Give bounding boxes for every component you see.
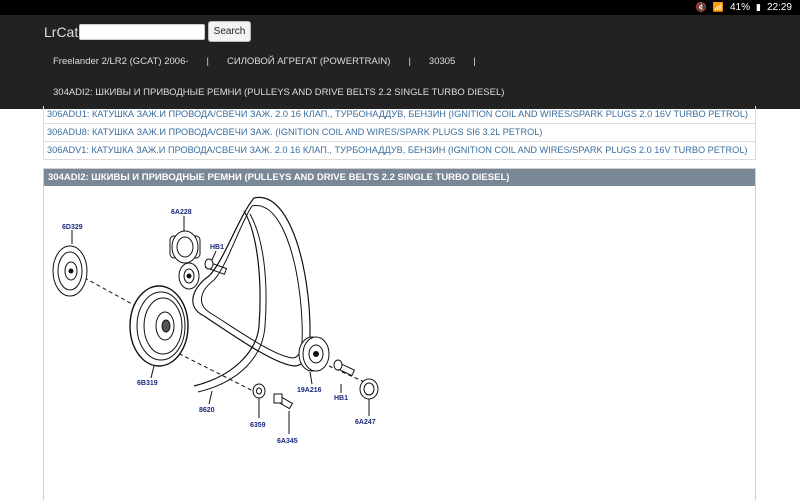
wifi-icon: 📶 <box>712 2 724 12</box>
part-6A345-bolt[interactable] <box>273 393 294 410</box>
part-6359-washer[interactable] <box>252 383 266 399</box>
part-6A228-tensioner[interactable] <box>169 230 201 290</box>
breadcrumb-separator: | <box>408 56 411 67</box>
parts-diagram: 6D329 6A228 HB1 6B319 8620 19A216 HB1 63… <box>52 196 379 445</box>
mute-icon: 🔇 <box>695 2 707 12</box>
label-6B319[interactable]: 6B319 <box>137 380 158 387</box>
navbar: LrCat Search Freelander 2/LR2 (GCAT) 200… <box>0 15 800 109</box>
panel-title: 304ADI2: ШКИВЫ И ПРИВОДНЫЕ РЕМНИ (PULLEY… <box>44 169 755 186</box>
list-item[interactable]: 306ADU1: КАТУШКА ЗАЖ.И ПРОВОДА/СВЕЧИ ЗАЖ… <box>43 106 756 124</box>
breadcrumb-powertrain[interactable]: СИЛОВОЙ АГРЕГАТ (POWERTRAIN) <box>227 56 390 67</box>
search-input[interactable] <box>79 24 205 40</box>
list-item[interactable]: 306ADV1: КАТУШКА ЗАЖ.И ПРОВОДА/СВЕЧИ ЗАЖ… <box>43 142 756 160</box>
part-8620-drive-belt[interactable] <box>192 196 311 393</box>
breadcrumb-model[interactable]: Freelander 2/LR2 (GCAT) 2006- <box>53 56 189 67</box>
label-6A247[interactable]: 6A247 <box>355 419 376 426</box>
label-8620[interactable]: 8620 <box>199 407 215 414</box>
brand-link[interactable]: LrCat <box>44 24 78 40</box>
battery-level: 41% <box>730 2 751 13</box>
part-19A216-idler-pulley[interactable] <box>298 336 330 372</box>
page-title[interactable]: 304ADI2: ШКИВЫ И ПРИВОДНЫЕ РЕМНИ (PULLEY… <box>53 87 504 98</box>
part-6D329-damper[interactable] <box>52 245 88 297</box>
label-6A345[interactable]: 6A345 <box>277 438 298 445</box>
breadcrumb-separator: | <box>473 56 476 67</box>
breadcrumb: Freelander 2/LR2 (GCAT) 2006- | СИЛОВОЙ … <box>53 56 494 67</box>
clock: 22:29 <box>766 2 792 13</box>
search-button[interactable]: Search <box>208 21 251 42</box>
status-bar: 🔇 📶 41% ▮ 22:29 <box>0 0 800 15</box>
label-HB1-right[interactable]: HB1 <box>334 395 348 402</box>
battery-icon: ▮ <box>756 2 761 12</box>
related-links-list: 306ADU1: КАТУШКА ЗАЖ.И ПРОВОДА/СВЕЧИ ЗАЖ… <box>43 106 756 160</box>
label-6D329[interactable]: 6D329 <box>62 224 83 231</box>
part-6A247-cap[interactable] <box>359 378 379 400</box>
label-6A228[interactable]: 6A228 <box>171 209 192 216</box>
breadcrumb-separator: | <box>206 56 209 67</box>
diagram-panel: 304ADI2: ШКИВЫ И ПРИВОДНЫЕ РЕМНИ (PULLEY… <box>43 168 756 500</box>
label-6359[interactable]: 6359 <box>250 422 266 429</box>
list-item[interactable]: 306ADU8: КАТУШКА ЗАЖ.И ПРОВОДА/СВЕЧИ ЗАЖ… <box>43 124 756 142</box>
part-6B319-crank-pulley[interactable] <box>129 285 189 367</box>
breadcrumb-group[interactable]: 30305 <box>429 56 455 67</box>
label-HB1-top[interactable]: HB1 <box>210 244 224 251</box>
label-19A216[interactable]: 19A216 <box>297 387 322 394</box>
